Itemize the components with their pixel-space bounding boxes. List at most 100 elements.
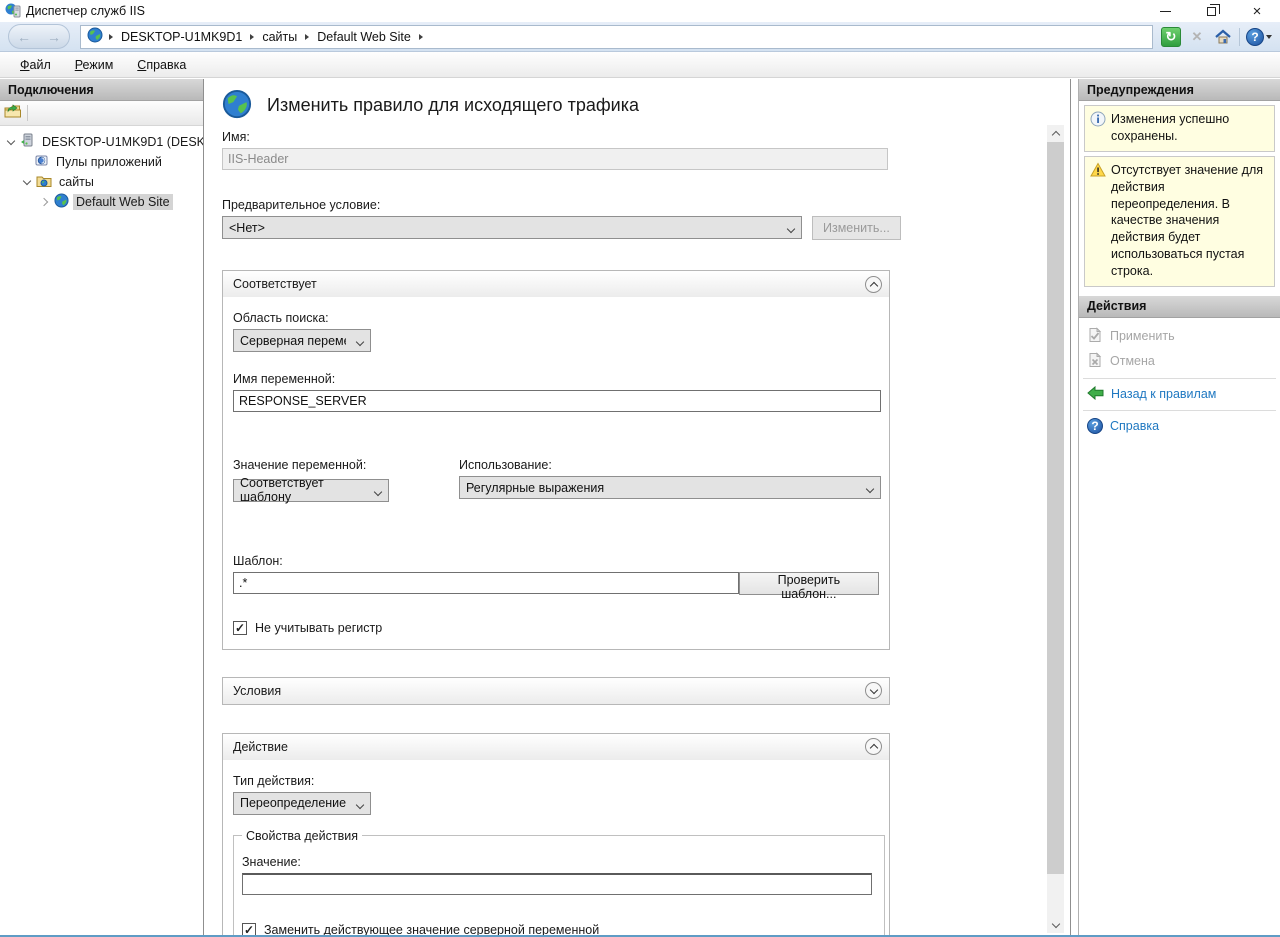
forward-button[interactable]: → [47, 30, 61, 44]
collapse-icon[interactable] [22, 181, 32, 184]
menu-file[interactable]: Файл [10, 55, 61, 75]
action-type-select[interactable]: Переопределение [233, 792, 371, 815]
chevron-down-icon [866, 485, 874, 493]
variable-name-input[interactable] [233, 390, 881, 412]
action-properties-title: Свойства действия [242, 829, 362, 843]
ignore-case-checkbox[interactable]: ✓ [233, 621, 247, 635]
match-section-header[interactable]: Соответствует [223, 271, 889, 297]
pattern-input[interactable] [233, 572, 739, 594]
alerts-header: Предупреждения [1079, 79, 1280, 101]
breadcrumb-item-default-web-site[interactable]: Default Web Site [315, 30, 413, 44]
chevron-down-icon [869, 685, 877, 693]
alert-info: Изменения успешно сохранены. [1084, 105, 1275, 152]
precondition-label: Предварительное условие: [222, 198, 904, 212]
back-to-rules-label: Назад к правилам [1111, 387, 1216, 401]
conditions-section-header[interactable]: Условия [223, 678, 889, 704]
replace-value-checkbox[interactable]: ✓ [242, 923, 256, 936]
stop-icon: ✕ [1192, 29, 1203, 45]
scroll-down-button[interactable] [1047, 916, 1064, 933]
scroll-up-button[interactable] [1047, 125, 1064, 142]
connections-panel: Подключения [0, 79, 204, 935]
action-section-header[interactable]: Действие [223, 734, 889, 760]
actions-list: Применить Отмена [1079, 318, 1280, 437]
breadcrumb-item-server[interactable]: DESKTOP-U1MK9D1 [119, 30, 244, 44]
window-title: Диспетчер служб IIS [26, 4, 145, 18]
using-select[interactable]: Регулярные выражения [459, 476, 881, 499]
breadcrumb-arrow-icon [250, 34, 254, 40]
cancel-button[interactable]: Отмена [1079, 349, 1280, 374]
precondition-value: <Нет> [229, 221, 265, 235]
help-link[interactable]: ? Справка [1079, 415, 1280, 437]
collapse-section-button[interactable] [865, 738, 882, 755]
help-menu-button[interactable]: ? [1246, 28, 1272, 46]
connections-header: Подключения [0, 79, 203, 101]
back-to-rules-link[interactable]: Назад к правилам [1079, 383, 1280, 406]
expand-icon[interactable] [40, 199, 50, 205]
connections-toolbar [0, 101, 203, 126]
alert-warning: Отсутствует значение для действия переоп… [1084, 156, 1275, 287]
minimize-button[interactable] [1142, 0, 1188, 22]
replace-value-label: Заменить действующее значение серверной … [264, 923, 599, 936]
action-section-title: Действие [233, 740, 288, 754]
value-input[interactable] [242, 873, 872, 895]
using-label: Использование: [459, 458, 881, 472]
chevron-down-icon [1051, 919, 1059, 927]
breadcrumb-item-sites[interactable]: сайты [260, 30, 299, 44]
scope-select[interactable]: Серверная переменн [233, 329, 371, 352]
collapse-icon[interactable] [6, 141, 16, 144]
separator [1083, 378, 1276, 379]
help-label: Справка [1110, 419, 1159, 433]
save-connection-icon[interactable] [4, 104, 21, 122]
using-value: Регулярные выражения [466, 481, 604, 495]
scrollbar-thumb[interactable] [1047, 142, 1064, 874]
name-input[interactable] [222, 148, 888, 170]
breadcrumb-arrow-icon [419, 34, 423, 40]
vertical-scrollbar[interactable] [1047, 125, 1064, 933]
chevron-down-icon [787, 225, 795, 233]
alert-warning-text: Отсутствует значение для действия переоп… [1111, 162, 1270, 280]
test-pattern-button[interactable]: Проверить шаблон... [739, 572, 879, 595]
app-icon [5, 2, 21, 21]
check-icon: ✓ [235, 622, 245, 634]
sites-folder-icon [36, 174, 52, 191]
stop-button[interactable]: ✕ [1187, 27, 1207, 47]
cancel-label: Отмена [1110, 354, 1155, 368]
tree-item-default-web-site[interactable]: Default Web Site [0, 192, 203, 212]
tree-item-app-pools[interactable]: Пулы приложений [0, 152, 203, 172]
back-button[interactable]: ← [17, 30, 31, 44]
tree-item-server[interactable]: DESKTOP-U1MK9D1 (DESKTOI [0, 132, 203, 152]
cancel-icon [1087, 352, 1103, 371]
refresh-button[interactable]: ↻ [1161, 27, 1181, 47]
address-bar: ← → DESKTOP-U1MK9D1 сайты Default Web Si… [0, 22, 1280, 52]
tree-item-sites[interactable]: сайты [0, 172, 203, 192]
title-bar: Диспетчер служб IIS × [0, 0, 1280, 22]
variable-value-value: Соответствует шаблону [240, 476, 364, 504]
breadcrumb[interactable]: DESKTOP-U1MK9D1 сайты Default Web Site [80, 25, 1153, 49]
tree-item-label: DESKTOP-U1MK9D1 (DESKTOI [39, 134, 203, 150]
history-nav: ← → [8, 24, 70, 49]
close-button[interactable]: × [1234, 0, 1280, 22]
match-section-title: Соответствует [233, 277, 317, 291]
menu-view[interactable]: Режим [65, 55, 124, 75]
variable-value-select[interactable]: Соответствует шаблону [233, 479, 389, 502]
breadcrumb-arrow-icon [109, 34, 113, 40]
chevron-up-icon [1051, 131, 1059, 139]
expand-section-button[interactable] [865, 682, 882, 699]
apply-button[interactable]: Применить [1079, 324, 1280, 349]
edit-precondition-button[interactable]: Изменить... [812, 216, 901, 240]
site-globe-icon [54, 193, 69, 211]
action-type-label: Тип действия: [233, 774, 879, 788]
menu-help[interactable]: Справка [127, 55, 196, 75]
back-arrow-icon [1087, 386, 1104, 403]
page-title: Изменить правило для исходящего трафика [267, 95, 639, 116]
scope-label: Область поиска: [233, 311, 879, 325]
help-icon: ? [1087, 418, 1103, 434]
globe-icon [87, 27, 103, 46]
restore-button[interactable] [1188, 0, 1234, 22]
home-button[interactable] [1213, 27, 1233, 47]
collapse-section-button[interactable] [865, 276, 882, 293]
precondition-select[interactable]: <Нет> [222, 216, 802, 239]
info-icon [1090, 111, 1106, 130]
refresh-icon: ↻ [1166, 29, 1177, 45]
apply-label: Применить [1110, 329, 1175, 343]
